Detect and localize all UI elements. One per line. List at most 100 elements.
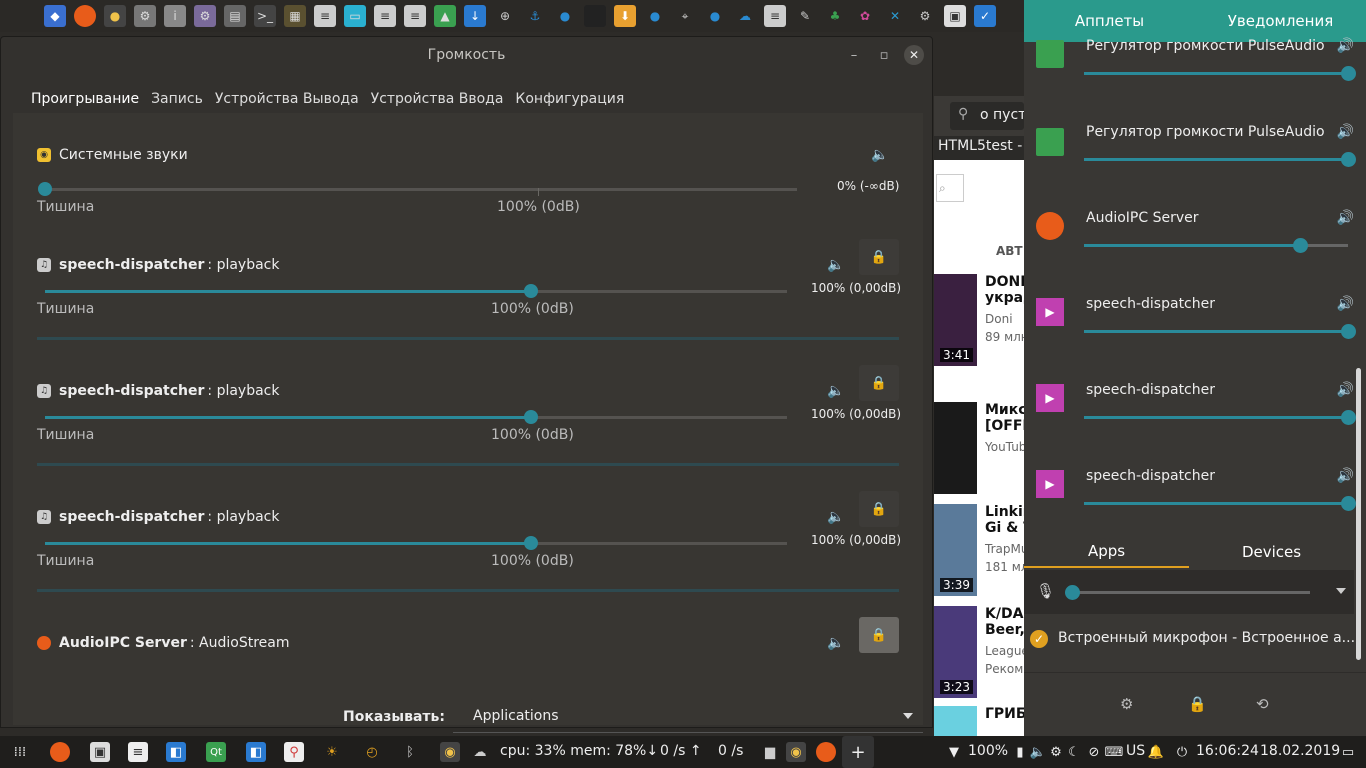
maps-icon[interactable]: ⚲ — [284, 742, 304, 762]
document-icon[interactable]: ≡ — [374, 5, 396, 27]
wifi-icon[interactable]: ▼ — [944, 742, 964, 762]
circle-icon[interactable]: ● — [554, 5, 576, 27]
keyboard-icon[interactable]: ⌨ — [1104, 742, 1124, 762]
speaker-icon[interactable]: ● — [104, 5, 126, 27]
app-volume-knob[interactable] — [1341, 152, 1356, 167]
app-volume-knob[interactable] — [1341, 410, 1356, 425]
gear-icon[interactable]: ⚙ — [1120, 695, 1133, 713]
speaker-icon[interactable]: ◉ — [786, 742, 806, 762]
kodi-icon[interactable]: ✕ — [884, 5, 906, 27]
vscode-icon[interactable]: ◧ — [246, 742, 266, 762]
app-icon[interactable]: ▣ — [944, 5, 966, 27]
firefox-icon[interactable] — [50, 742, 70, 762]
qt-icon[interactable]: Qt — [206, 742, 226, 762]
folder-icon[interactable]: ▆ — [760, 742, 780, 762]
lock-channels-button[interactable]: 🔒 — [859, 239, 899, 275]
add-launcher-button[interactable]: + — [842, 736, 874, 768]
volume-slider-knob[interactable] — [524, 284, 538, 298]
speaker-icon[interactable]: ◉ — [440, 742, 460, 762]
panel-scrollbar[interactable] — [1356, 368, 1361, 660]
tab-devices[interactable]: Devices — [1189, 536, 1354, 568]
volume-slider-knob[interactable] — [38, 182, 52, 196]
app-volume-knob[interactable] — [1341, 66, 1356, 81]
volume-slider-track[interactable] — [45, 188, 797, 191]
mute-toggle-speaker-icon[interactable]: 🔈 — [827, 383, 844, 399]
checkbox-icon[interactable]: ✓ — [974, 5, 996, 27]
lock-channels-button[interactable]: 🔒 — [859, 617, 899, 653]
mic-muted-icon[interactable]: 🎙 — [1036, 582, 1055, 600]
lock-channels-button[interactable]: 🔒 — [859, 365, 899, 401]
speaker-icon[interactable]: 🔊 — [1337, 296, 1354, 312]
logout-icon[interactable]: ⟲ — [1256, 695, 1269, 713]
show-desktop-icon[interactable]: ▭ — [1338, 742, 1358, 762]
maximize-button[interactable]: ▫ — [874, 45, 894, 65]
document-icon[interactable]: ≡ — [314, 5, 336, 27]
battery-icon[interactable]: ▮ — [1010, 742, 1030, 762]
terminal-icon[interactable] — [584, 5, 606, 27]
keyboard-layout[interactable]: US — [1126, 743, 1145, 759]
anchor-icon[interactable]: ⚓ — [524, 5, 546, 27]
volume-slider-knob[interactable] — [524, 536, 538, 550]
app-volume-knob[interactable] — [1341, 324, 1356, 339]
mic-volume-knob[interactable] — [1065, 585, 1080, 600]
steam-icon[interactable]: ⚙ — [914, 5, 936, 27]
speaker-icon[interactable]: 🔊 — [1337, 468, 1354, 484]
settings-icon[interactable]: ⚙ — [1046, 742, 1066, 762]
download-icon[interactable]: ⬇ — [614, 5, 636, 27]
cloud-icon[interactable]: ☁ — [734, 5, 756, 27]
tab-notifications[interactable]: Уведомления — [1195, 0, 1366, 42]
app-menu-icon[interactable]: ⁞⁞⁞ — [10, 742, 30, 762]
tab-recording[interactable]: Запись — [145, 87, 209, 115]
bluetooth-icon[interactable]: ᛒ — [400, 742, 420, 762]
show-filter-dropdown[interactable]: Applications — [453, 699, 923, 733]
package-icon[interactable]: ▣ — [90, 742, 110, 762]
speaker-icon[interactable]: 🔊 — [1337, 124, 1354, 140]
edit-icon[interactable]: ✎ — [794, 5, 816, 27]
power-icon[interactable]: ⏻ — [1172, 742, 1192, 762]
lock-channels-button[interactable]: 🔒 — [859, 491, 899, 527]
notification-bell-icon[interactable]: 🔔 — [1146, 742, 1166, 762]
image-icon[interactable]: ▲ — [434, 5, 456, 27]
document-icon[interactable]: ≡ — [764, 5, 786, 27]
download-icon[interactable]: ↓ — [464, 5, 486, 27]
settings-icon[interactable]: ⚙ — [194, 5, 216, 27]
screenshot-icon[interactable]: ⌖ — [674, 5, 696, 27]
search-icon[interactable]: ⌕ — [936, 174, 964, 202]
circle-icon[interactable]: ● — [644, 5, 666, 27]
globe-icon[interactable]: ⊕ — [494, 5, 516, 27]
shield-icon[interactable]: ◆ — [44, 5, 66, 27]
volume-icon[interactable]: 🔈 — [1028, 742, 1048, 762]
tab-output-devices[interactable]: Устройства Вывода — [209, 87, 365, 115]
tab-playback[interactable]: Проигрывание — [25, 87, 146, 115]
mute-toggle-speaker-icon[interactable]: 🔈 — [871, 147, 888, 163]
chevron-down-icon[interactable] — [1336, 588, 1346, 594]
app-volume-knob[interactable] — [1293, 238, 1309, 253]
mic-volume-track[interactable] — [1072, 591, 1310, 594]
leaf-icon[interactable]: ♣ — [824, 5, 846, 27]
firefox-icon[interactable] — [74, 5, 96, 27]
volume-slider-knob[interactable] — [524, 410, 538, 424]
minimize-button[interactable]: – — [844, 45, 864, 65]
timer-icon[interactable]: ◴ — [362, 742, 382, 762]
info-icon[interactable]: i — [164, 5, 186, 27]
tab-configuration[interactable]: Конфигурация — [509, 87, 630, 115]
close-button[interactable]: ✕ — [904, 45, 924, 65]
search-field[interactable]: ⚲ о пуст — [950, 102, 1026, 130]
archive-icon[interactable]: ▦ — [284, 5, 306, 27]
document-icon[interactable]: ≡ — [128, 742, 148, 762]
vscode-icon[interactable]: ◧ — [166, 742, 186, 762]
browser-tab[interactable]: HTML5test - — [934, 136, 1024, 160]
speaker-icon[interactable]: 🔊 — [1337, 210, 1354, 226]
app-volume-knob[interactable] — [1341, 496, 1356, 511]
app-grid-icon[interactable]: ▤ — [224, 5, 246, 27]
firefox-icon[interactable] — [816, 742, 836, 762]
weather-icon[interactable]: ☀ — [322, 742, 342, 762]
terminal-icon[interactable]: >_ — [254, 5, 276, 27]
no-network-icon[interactable]: ⊘ — [1084, 742, 1104, 762]
puzzle-icon[interactable]: ✿ — [854, 5, 876, 27]
night-mode-icon[interactable]: ☾ — [1064, 742, 1084, 762]
tab-apps[interactable]: Apps — [1024, 536, 1189, 568]
tab-input-devices[interactable]: Устройства Ввода — [365, 87, 510, 115]
mute-toggle-speaker-icon[interactable]: 🔈 — [827, 257, 844, 273]
mute-toggle-speaker-icon[interactable]: 🔈 — [827, 509, 844, 525]
